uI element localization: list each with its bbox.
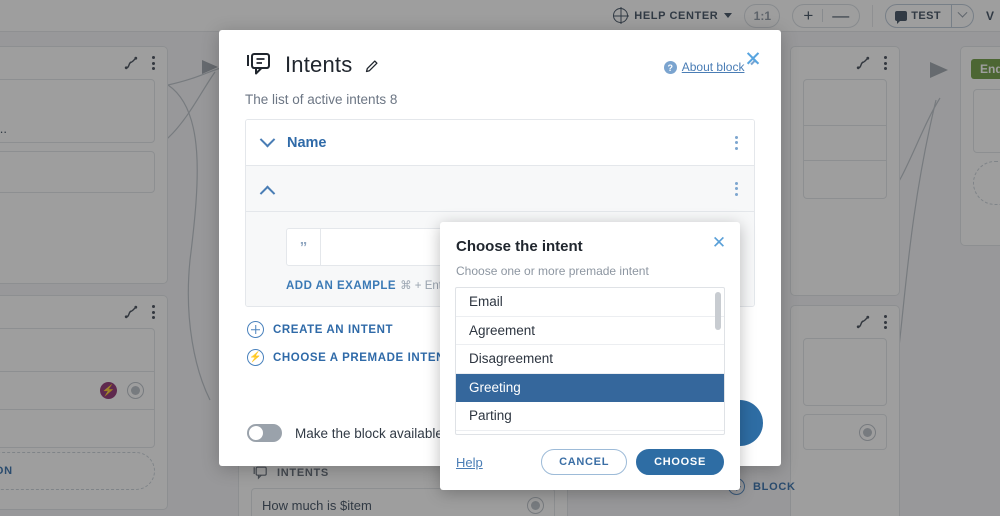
list-item[interactable]: Agreement (456, 317, 724, 345)
list-item-selected[interactable]: Greeting (456, 373, 724, 402)
pencil-icon[interactable] (365, 59, 379, 73)
chevron-up-icon[interactable] (259, 185, 276, 202)
block-availability-toggle[interactable] (247, 424, 282, 442)
chat-intents-icon (245, 52, 272, 78)
about-block-label[interactable]: About block (682, 60, 745, 74)
help-link[interactable]: Help (456, 455, 483, 470)
bolt-circle-icon: ⚡ (247, 349, 264, 366)
list-scrollbar[interactable] (715, 292, 721, 330)
table-header-name: Name (287, 134, 327, 151)
popover-footer: Help CANCEL CHOOSE (440, 434, 740, 490)
intent-options-list[interactable]: Email Agreement Disagreement Greeting Pa… (455, 287, 725, 435)
table-row-name[interactable]: Name (246, 120, 754, 166)
modal-subtitle: The list of active intents 8 (245, 92, 398, 107)
choose-button[interactable]: CHOOSE (636, 449, 724, 475)
list-item[interactable]: Disagreement (456, 345, 724, 374)
quote-icon: ” (287, 229, 321, 265)
choose-intent-popover[interactable]: Choose the intent ✕ Choose one or more p… (440, 222, 740, 490)
create-intent-label: CREATE AN INTENT (273, 323, 394, 336)
table-row-expanded[interactable] (246, 166, 754, 212)
popover-buttons: CANCEL CHOOSE (541, 449, 724, 475)
close-icon[interactable]: ✕ (710, 234, 728, 252)
popover-title: Choose the intent (456, 238, 583, 255)
cancel-button[interactable]: CANCEL (541, 449, 628, 475)
page-title: Intents (285, 52, 353, 77)
chevron-down-icon[interactable] (259, 131, 276, 148)
choose-premade-intent-label: CHOOSE A PREMADE INTENT (273, 351, 453, 364)
row-menu-icon[interactable] (735, 135, 738, 150)
plus-circle-icon (247, 321, 264, 338)
add-example-label: ADD AN EXAMPLE (286, 280, 397, 292)
row-menu-icon[interactable] (735, 181, 738, 196)
close-icon[interactable]: ✕ (743, 49, 763, 70)
question-mark-icon: ? (663, 61, 677, 74)
popover-subtitle: Choose one or more premade intent (456, 264, 649, 278)
list-item[interactable]: Email (456, 288, 724, 317)
modal-header: Intents ? About block ⬈ (219, 30, 781, 78)
list-item[interactable]: Parting (456, 402, 724, 431)
